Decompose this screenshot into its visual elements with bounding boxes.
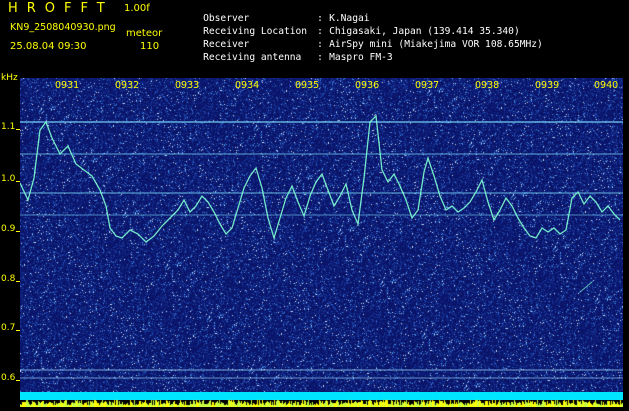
- x-label-0931: 0931: [55, 80, 80, 91]
- meteor-echo: [579, 281, 593, 293]
- datetime-label: 25.08.04 09:30: [10, 41, 87, 52]
- info-key: Receiving antenna: [203, 52, 302, 63]
- y-tick: [16, 281, 20, 282]
- info-colon: :: [317, 52, 323, 63]
- y-tick: [16, 231, 20, 232]
- x-label-0938: 0938: [475, 80, 500, 91]
- y-label-0-8: 0.8: [1, 274, 16, 284]
- y-tick: [16, 330, 20, 331]
- y-tick: [16, 380, 20, 381]
- y-label-0-7: 0.7: [1, 323, 16, 333]
- y-label-1-1: 1.1: [1, 122, 16, 132]
- doppler-trace: [20, 114, 621, 243]
- x-label-0940: 0940: [594, 80, 619, 91]
- meteor-count: 110: [140, 41, 160, 52]
- info-row-antenna: Receiving antenna: Maspro FM-3: [180, 41, 393, 74]
- signal-level-bar: [20, 392, 623, 407]
- header-panel: HROFFT 1.00f KN9_2508040930.png meteor 2…: [0, 0, 629, 74]
- x-label-0937: 0937: [415, 80, 440, 91]
- meteor-label: meteor: [126, 28, 163, 39]
- y-label-0-6: 0.6: [1, 373, 16, 383]
- y-tick: [16, 129, 20, 130]
- y-label-0-9: 0.9: [1, 224, 16, 234]
- app-title: HROFFT: [8, 1, 114, 16]
- y-label-1-0: 1.0: [1, 174, 16, 184]
- trace-overlay: [20, 114, 623, 379]
- x-label-0932: 0932: [115, 80, 140, 91]
- x-label-0935: 0935: [295, 80, 320, 91]
- version-label: 1.00f: [124, 3, 150, 14]
- x-label-0936: 0936: [355, 80, 380, 91]
- info-value: Maspro FM-3: [329, 52, 393, 63]
- y-tick: [16, 181, 20, 182]
- filename-label: KN9_2508040930.png: [10, 22, 116, 33]
- x-label-0933: 0933: [175, 80, 200, 91]
- x-label-0934: 0934: [235, 80, 260, 91]
- right-border: [623, 74, 629, 400]
- x-label-0939: 0939: [535, 80, 560, 91]
- spectrogram-plot: [20, 78, 623, 392]
- axis-unit: kHz: [1, 73, 18, 83]
- signal-level-spikes: [20, 399, 623, 407]
